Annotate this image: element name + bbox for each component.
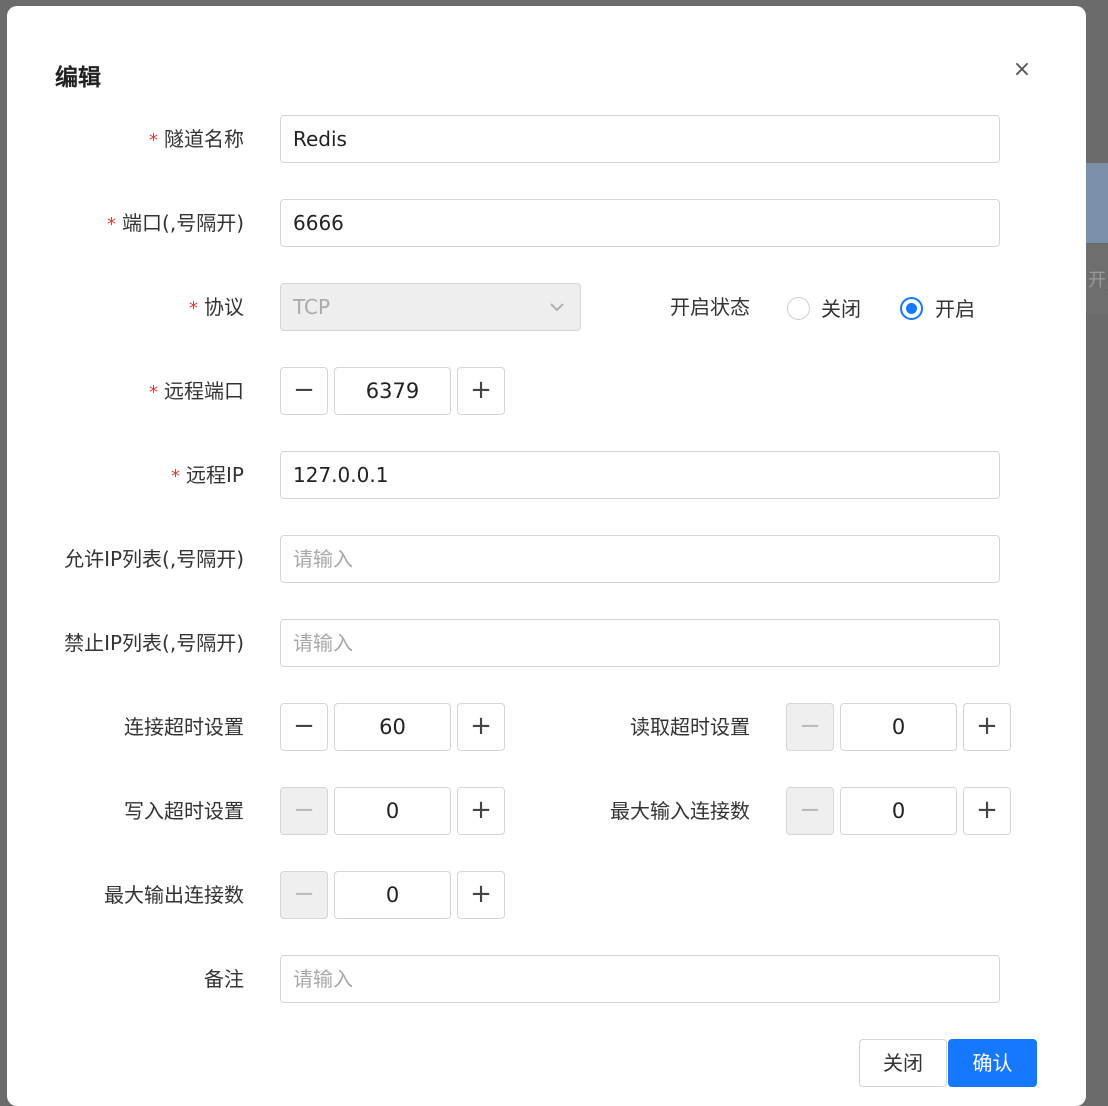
max-in-connections-input[interactable]: 0 xyxy=(840,787,957,835)
deny-ip-list-input[interactable]: 请输入 xyxy=(280,619,1000,667)
status-radio-off-label[interactable]: 关闭 xyxy=(821,297,861,321)
read-timeout-input[interactable]: 0 xyxy=(840,703,957,751)
remote-ip-label: * 远程IP xyxy=(171,463,244,487)
background-partial-text: 开) xyxy=(1088,270,1108,291)
write-timeout-input[interactable]: 0 xyxy=(334,787,451,835)
read-timeout-plus-button[interactable]: + xyxy=(963,703,1011,751)
max-out-connections-label: 最大输出连接数 xyxy=(104,883,244,907)
close-icon[interactable]: × xyxy=(1010,58,1034,82)
tunnel-name-input[interactable]: Redis xyxy=(280,115,1000,163)
max-out-connections-plus-button[interactable]: + xyxy=(457,871,505,919)
status-radio-off[interactable] xyxy=(787,297,810,320)
remote-port-label: * 远程端口 xyxy=(149,379,244,403)
chevron-down-icon xyxy=(550,303,564,312)
remark-label: 备注 xyxy=(204,967,244,991)
required-marker: * xyxy=(149,382,158,403)
remote-port-minus-button[interactable]: − xyxy=(280,367,328,415)
max-in-connections-plus-button[interactable]: + xyxy=(963,787,1011,835)
connect-timeout-minus-button[interactable]: − xyxy=(280,703,328,751)
remark-input[interactable]: 请输入 xyxy=(280,955,1000,1003)
port-label: * 端口(,号隔开) xyxy=(107,211,244,235)
connect-timeout-input[interactable]: 60 xyxy=(334,703,451,751)
deny-ip-list-label: 禁止IP列表(,号隔开) xyxy=(64,631,244,655)
max-in-connections-label: 最大输入连接数 xyxy=(610,799,750,823)
background-row-highlight xyxy=(1086,163,1108,243)
confirm-button[interactable]: 确认 xyxy=(948,1039,1037,1087)
protocol-select[interactable]: TCP xyxy=(280,283,581,331)
max-out-connections-input[interactable]: 0 xyxy=(334,871,451,919)
connect-timeout-label: 连接超时设置 xyxy=(124,715,244,739)
read-timeout-label: 读取超时设置 xyxy=(630,715,750,739)
background-row: 开) xyxy=(1086,244,1108,314)
max-out-connections-minus-button[interactable]: − xyxy=(280,871,328,919)
dialog-title: 编辑 xyxy=(55,65,101,91)
edit-dialog: 编辑 × * 隧道名称 Redis * 端口(,号隔开) 6666 * 协议 TCP … xyxy=(7,6,1086,1106)
allow-ip-list-label: 允许IP列表(,号隔开) xyxy=(64,547,244,571)
status-radio-on-label[interactable]: 开启 xyxy=(935,297,975,321)
required-marker: * xyxy=(149,130,158,151)
allow-ip-list-input[interactable]: 请输入 xyxy=(280,535,1000,583)
protocol-label: * 协议 xyxy=(189,295,244,319)
remote-port-input[interactable]: 6379 xyxy=(334,367,451,415)
connect-timeout-plus-button[interactable]: + xyxy=(457,703,505,751)
status-radio-on[interactable] xyxy=(900,297,923,320)
required-marker: * xyxy=(171,466,181,487)
read-timeout-minus-button[interactable]: − xyxy=(786,703,834,751)
remote-ip-input[interactable]: 127.0.0.1 xyxy=(280,451,1000,499)
max-in-connections-minus-button[interactable]: − xyxy=(786,787,834,835)
tunnel-name-label: * 隧道名称 xyxy=(149,127,244,151)
required-marker: * xyxy=(189,298,198,319)
write-timeout-label: 写入超时设置 xyxy=(124,799,244,823)
write-timeout-minus-button[interactable]: − xyxy=(280,787,328,835)
remote-port-plus-button[interactable]: + xyxy=(457,367,505,415)
write-timeout-plus-button[interactable]: + xyxy=(457,787,505,835)
port-input[interactable]: 6666 xyxy=(280,199,1000,247)
status-label: 开启状态 xyxy=(670,295,750,319)
protocol-value: TCP xyxy=(293,295,331,319)
cancel-button[interactable]: 关闭 xyxy=(859,1039,947,1087)
required-marker: * xyxy=(107,214,117,235)
